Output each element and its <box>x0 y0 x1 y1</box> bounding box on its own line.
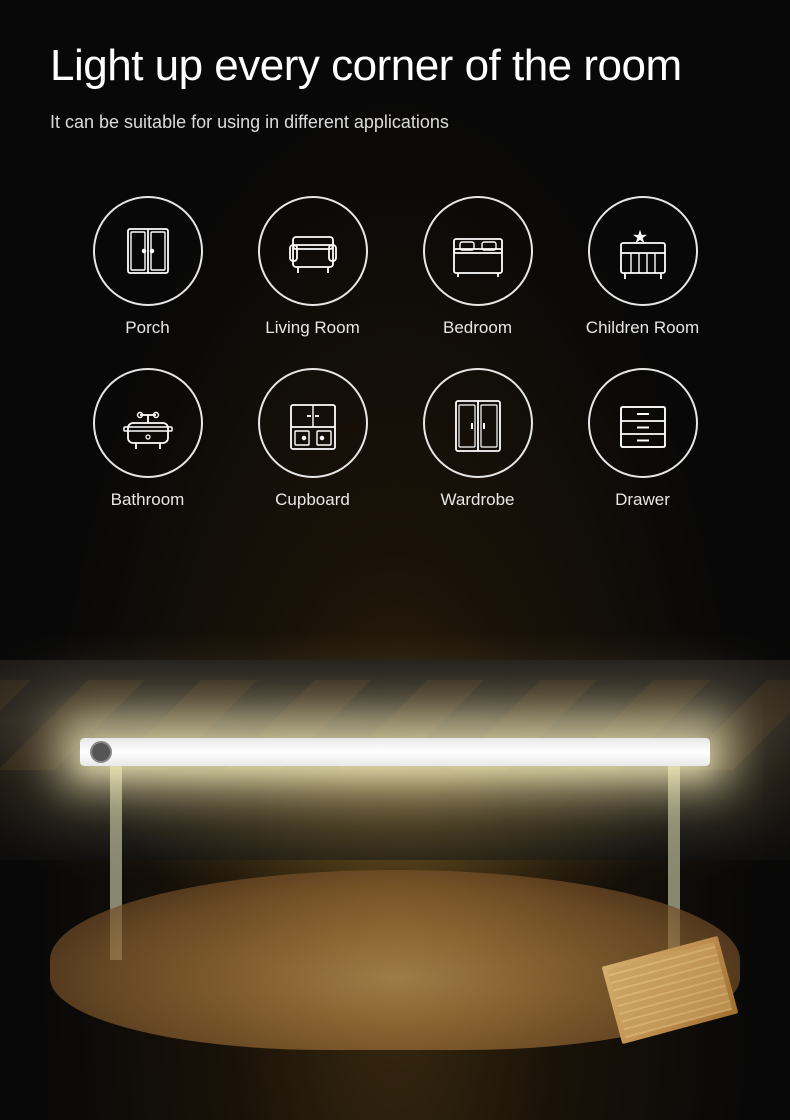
wardrobe-label: Wardrobe <box>440 490 514 510</box>
bedroom-icon-circle <box>423 196 533 306</box>
bedroom-label: Bedroom <box>443 318 512 338</box>
drawer-label: Drawer <box>615 490 670 510</box>
icon-item-cupboard: Cupboard <box>235 368 390 510</box>
page-wrapper: Light up every corner of the room It can… <box>0 0 790 1120</box>
living-room-icon <box>283 221 343 281</box>
children-room-label: Children Room <box>586 318 699 338</box>
living-room-label: Living Room <box>265 318 360 338</box>
svg-text:★: ★ <box>634 230 645 244</box>
children-room-icon: ★ <box>613 221 673 281</box>
icon-item-living-room: Living Room <box>235 196 390 338</box>
wardrobe-icon-circle <box>423 368 533 478</box>
icon-item-children-room: ★ Children Room <box>565 196 720 338</box>
bathroom-icon-circle <box>93 368 203 478</box>
bathroom-label: Bathroom <box>111 490 185 510</box>
bedroom-icon <box>448 221 508 281</box>
icon-item-drawer: Drawer <box>565 368 720 510</box>
icon-item-bathroom: Bathroom <box>70 368 225 510</box>
porch-icon-circle <box>93 196 203 306</box>
drawer-icon-circle <box>588 368 698 478</box>
icon-item-bedroom: Bedroom <box>400 196 555 338</box>
drawer-icon <box>613 393 673 453</box>
main-title: Light up every corner of the room <box>50 40 740 93</box>
light-bar-container <box>80 738 710 766</box>
wardrobe-icon <box>448 393 508 453</box>
icon-item-wardrobe: Wardrobe <box>400 368 555 510</box>
cupboard-label: Cupboard <box>275 490 350 510</box>
content-area: Light up every corner of the room It can… <box>0 0 790 510</box>
cupboard-icon-circle <box>258 368 368 478</box>
children-room-icon-circle: ★ <box>588 196 698 306</box>
cupboard-icon <box>283 393 343 453</box>
subtitle-text: It can be suitable for using in differen… <box>50 109 450 136</box>
living-room-icon-circle <box>258 196 368 306</box>
icons-grid: Porch <box>50 196 740 510</box>
icon-item-porch: Porch <box>70 196 225 338</box>
led-light-bar <box>80 738 710 766</box>
bathroom-icon <box>118 393 178 453</box>
porch-icon <box>118 221 178 281</box>
porch-label: Porch <box>125 318 169 338</box>
